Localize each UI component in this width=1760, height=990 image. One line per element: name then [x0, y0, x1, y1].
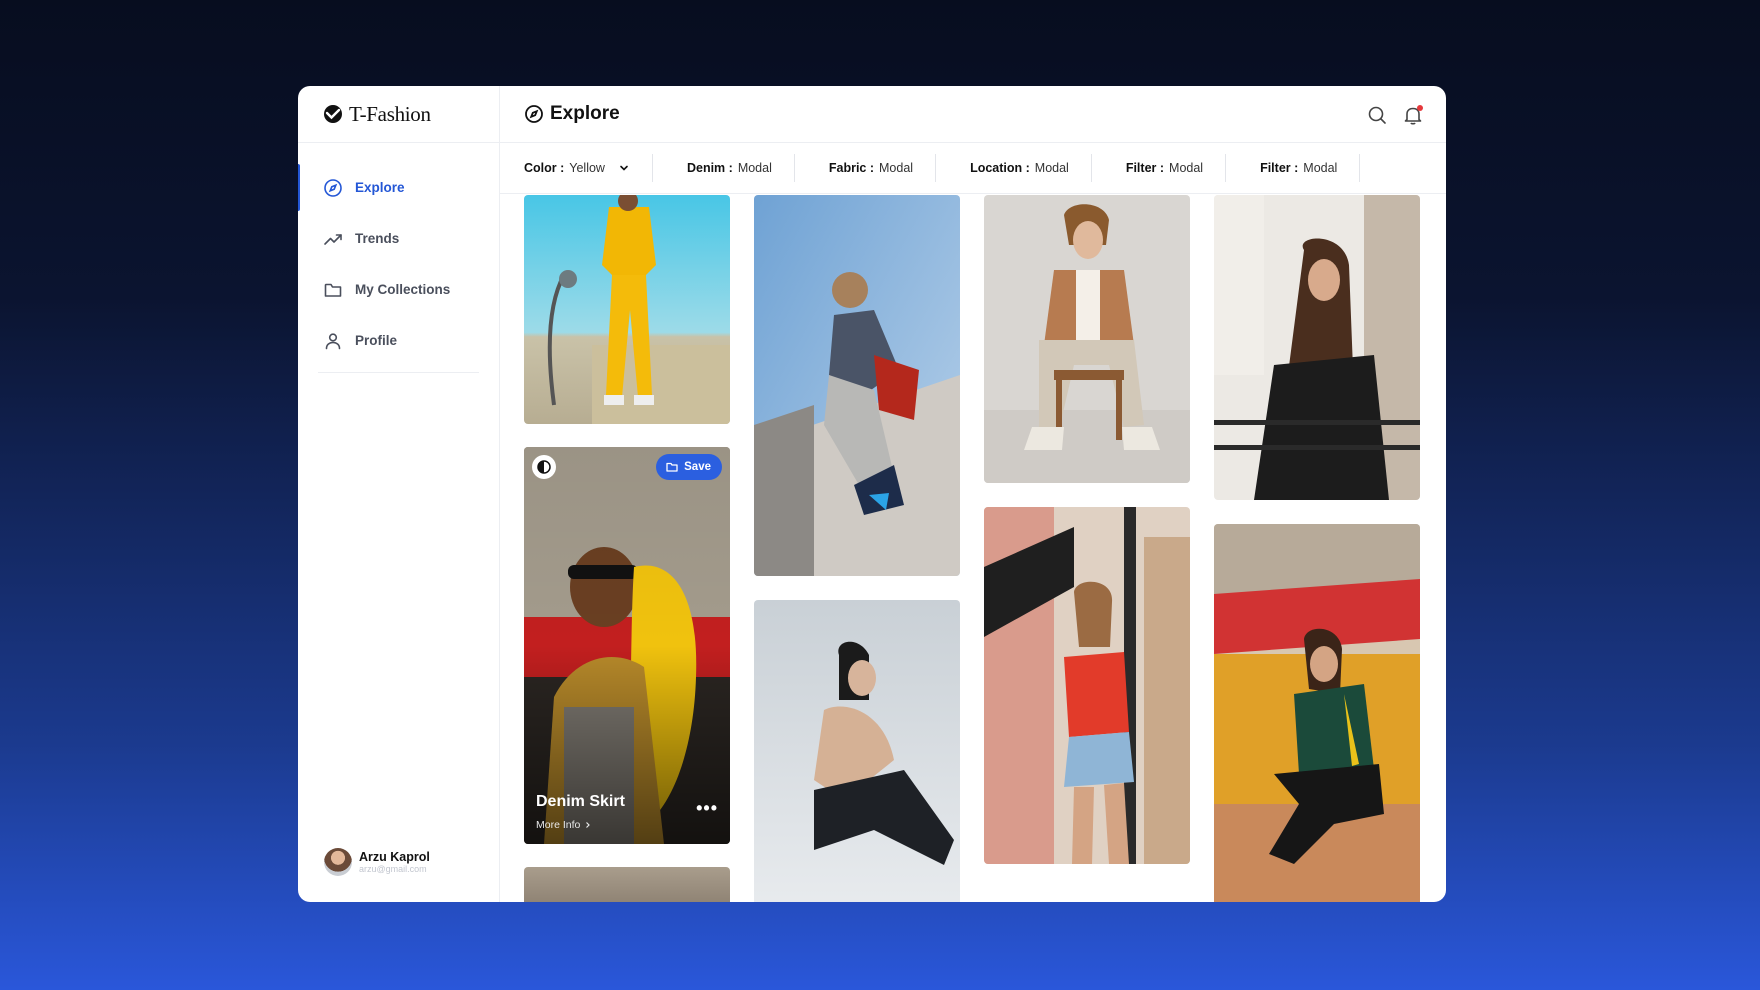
- filter-value: Modal: [879, 161, 914, 175]
- gallery-card[interactable]: [1214, 195, 1420, 500]
- photo-yellow-tracksuit: [524, 195, 730, 424]
- filter-label: Filter :: [1125, 161, 1165, 175]
- photo-partial: [524, 867, 730, 902]
- save-button[interactable]: Save: [656, 454, 722, 480]
- avatar: [324, 848, 352, 876]
- photo-red-tee-street: [984, 507, 1190, 864]
- notification-badge: [1417, 105, 1423, 111]
- folder-icon: [666, 462, 678, 472]
- user-icon: [325, 332, 341, 349]
- filter-label: Denim :: [686, 161, 733, 175]
- top-bar: Explore: [500, 86, 1446, 143]
- gallery-card[interactable]: [984, 507, 1190, 864]
- folder-icon: [324, 283, 342, 297]
- more-actions-button[interactable]: •••: [696, 798, 718, 819]
- save-button-label: Save: [684, 461, 711, 473]
- sidebar-item-label: My Collections: [355, 282, 451, 297]
- sidebar-item-explore[interactable]: Explore: [298, 162, 479, 213]
- user-email: arzu@gmail.com: [359, 864, 427, 874]
- filter-value: Yellow: [569, 161, 605, 175]
- page-title-text: Explore: [550, 103, 620, 124]
- gallery-card[interactable]: [754, 195, 960, 576]
- gallery-card-featured[interactable]: Save Denim Skirt More Info •••: [524, 447, 730, 844]
- compass-icon: [324, 178, 342, 197]
- gallery-card[interactable]: [524, 867, 730, 902]
- chevron-right-icon: [586, 822, 591, 828]
- photo-gallery: Save Denim Skirt More Info •••: [500, 195, 1446, 902]
- sidebar-item-profile[interactable]: Profile: [298, 315, 479, 366]
- filter-generic-2[interactable]: Filter : Modal: [1260, 154, 1361, 182]
- sidebar: T-Fashion Explore Trends My Collections …: [298, 86, 500, 902]
- filter-label: Color :: [524, 161, 565, 175]
- photo-man-on-stool: [984, 195, 1190, 483]
- filter-denim[interactable]: Denim : Modal: [687, 154, 795, 182]
- gallery-card[interactable]: [754, 600, 960, 902]
- sidebar-item-my-collections[interactable]: My Collections: [298, 264, 479, 315]
- sidebar-item-trends[interactable]: Trends: [298, 213, 479, 264]
- filter-color[interactable]: Color : Yellow: [524, 154, 653, 182]
- user-profile-card[interactable]: Arzu Kaprol arzu@gmail.com: [324, 848, 430, 876]
- filter-fabric[interactable]: Fabric : Modal: [828, 154, 937, 182]
- search-button[interactable]: [1366, 104, 1388, 126]
- contrast-icon: [537, 460, 551, 474]
- filter-label: Filter :: [1260, 161, 1299, 175]
- trend-up-icon: [324, 233, 342, 245]
- app-name: T-Fashion: [349, 101, 431, 126]
- filter-value: Modal: [1303, 161, 1338, 175]
- logo-mark-icon: [324, 105, 342, 123]
- filter-label: Location :: [970, 161, 1030, 175]
- gallery-card[interactable]: [1214, 524, 1420, 902]
- user-name: Arzu Kaprol: [359, 850, 430, 864]
- sidebar-item-label: Profile: [355, 333, 398, 348]
- gallery-card[interactable]: [984, 195, 1190, 483]
- filter-value: Modal: [1169, 161, 1204, 175]
- sidebar-item-label: Explore: [355, 180, 405, 195]
- app-window: T-Fashion Explore Trends My Collections …: [298, 86, 1446, 902]
- compass-icon: [525, 105, 543, 123]
- sidebar-item-label: Trends: [355, 231, 400, 246]
- contrast-toggle-button[interactable]: [532, 455, 556, 479]
- notifications-button[interactable]: [1402, 104, 1424, 126]
- filter-location[interactable]: Location : Modal: [970, 154, 1092, 182]
- app-logo[interactable]: T-Fashion: [298, 86, 499, 143]
- search-icon: [1368, 106, 1386, 124]
- top-actions: [1366, 104, 1424, 126]
- photo-seated-model: [754, 600, 960, 902]
- filter-value: Modal: [1034, 161, 1069, 175]
- gallery-card[interactable]: [524, 195, 730, 424]
- main-content: Explore Color: Yellow Denim: Modal Fab…: [500, 86, 1446, 902]
- card-title: Denim Skirt: [536, 793, 625, 810]
- filter-label: Fabric :: [828, 161, 875, 175]
- more-info-label: More Info: [536, 819, 581, 831]
- card-overlay: [524, 447, 730, 844]
- sidebar-divider: [318, 372, 479, 373]
- photo-sneakers-stairs: [754, 195, 960, 576]
- page-title: Explore: [524, 103, 620, 125]
- filter-bar: Color : Yellow Denim : Modal Fabric : Mo…: [500, 143, 1446, 194]
- filter-generic-1[interactable]: Filter : Modal: [1125, 154, 1227, 182]
- photo-woman-rooftop: [1214, 195, 1420, 500]
- photo-green-jacket-booth: [1214, 524, 1420, 902]
- sidebar-nav: Explore Trends My Collections Profile: [298, 143, 479, 373]
- chevron-down-icon: [620, 165, 628, 171]
- more-info-link[interactable]: More Info: [536, 819, 592, 831]
- filter-value: Modal: [737, 161, 772, 175]
